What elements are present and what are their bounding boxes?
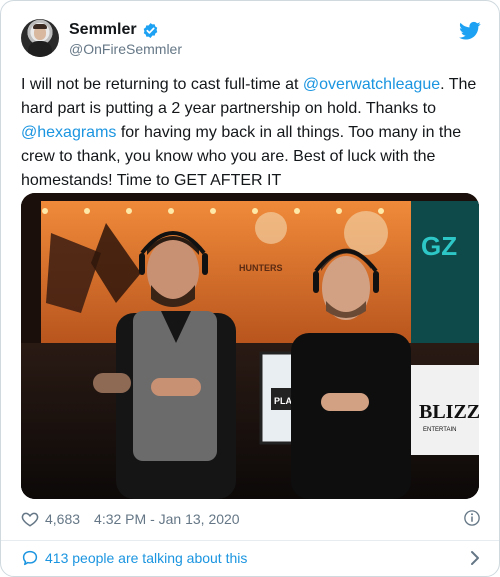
sign-gz: GZ [421,231,457,261]
conversation-link[interactable]: 413 people are talking about this [21,547,481,569]
photo-illustration: GZ HUNTERS PLA BLIZZA ENTERTAIN [21,193,479,499]
author-name-line[interactable]: Semmler [69,21,159,39]
conversation-label: 413 people are talking about this [45,550,248,566]
speech-bubble-icon [22,550,38,566]
sign-entertain: ENTERTAIN [423,427,456,433]
tweet-timestamp[interactable]: 4:32 PM - Jan 13, 2020 [94,511,240,527]
tweet-photo[interactable]: GZ HUNTERS PLA BLIZZA ENTERTAIN [21,193,479,499]
tweet-text-part: I will not be returning to cast full-tim… [21,76,303,93]
sign-pla: PLA [274,396,293,406]
author-handle[interactable]: @OnFireSemmler [69,41,182,57]
chevron-right-icon[interactable] [469,549,481,567]
mention-link[interactable]: @hexagrams [21,124,116,141]
sign-blizza: BLIZZA [419,401,479,423]
tweet-header: Semmler @OnFireSemmler [21,19,481,61]
tweet-meta: 4,683 4:32 PM - Jan 13, 2020 [21,509,481,529]
author-name[interactable]: Semmler [69,21,137,39]
sign-hunters: HUNTERS [239,263,283,273]
mention-link[interactable]: @overwatchleague [303,76,440,93]
verified-badge-icon [143,22,157,38]
like-button[interactable]: 4,683 [21,510,80,528]
divider [1,540,499,541]
like-count: 4,683 [45,511,81,527]
avatar[interactable] [21,19,59,57]
tweet-card: Semmler @OnFireSemmler I will not be ret… [0,0,500,577]
heart-icon [21,512,39,527]
tweet-text: I will not be returning to cast full-tim… [21,73,483,193]
twitter-bird-icon[interactable] [459,21,481,41]
info-icon[interactable] [463,509,481,527]
